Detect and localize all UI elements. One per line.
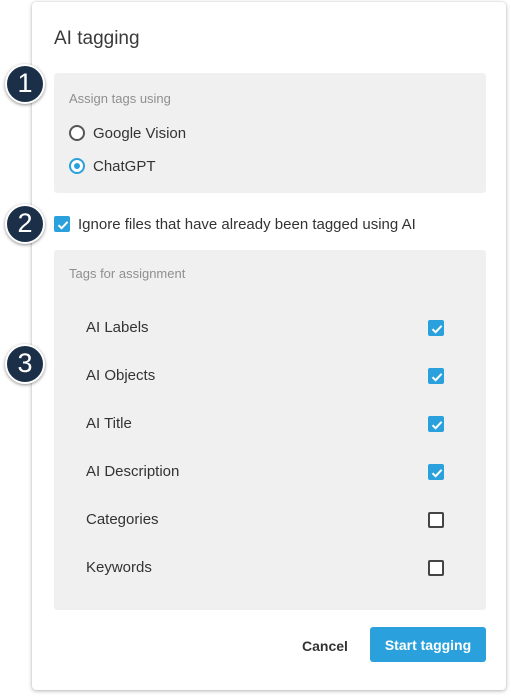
tag-label: Categories [86,511,159,528]
cancel-button[interactable]: Cancel [294,629,356,663]
tag-checkbox[interactable] [428,464,444,480]
start-tagging-button[interactable]: Start tagging [370,627,486,662]
tag-label: AI Description [86,463,180,480]
tag-label: Keywords [86,559,152,576]
check-icon [431,421,443,430]
ignore-tagged-label: Ignore files that have already been tagg… [78,215,416,233]
tag-row-ai-objects[interactable]: AI Objects [54,364,486,388]
check-icon [431,373,443,382]
tags-for-assignment-panel: Tags for assignment AI Labels AI Objects… [54,250,486,610]
ignore-tagged-checkbox[interactable] [54,216,70,232]
assign-tags-panel: Assign tags using Google Vision ChatGPT [54,73,486,193]
tag-label: AI Objects [86,367,156,384]
tag-label: AI Labels [86,319,149,336]
ai-tagging-dialog: AI tagging Assign tags using Google Visi… [32,2,506,690]
annotation-badge-2: 2 [5,204,45,244]
tag-row-ai-title[interactable]: AI Title [54,412,486,436]
check-icon [431,325,443,334]
tag-checkbox[interactable] [428,512,444,528]
tag-row-ai-labels[interactable]: AI Labels [54,316,486,340]
radio-label: ChatGPT [93,157,156,175]
radio-circle[interactable] [69,125,85,141]
tags-caption: Tags for assignment [69,266,186,281]
tag-checkbox[interactable] [428,320,444,336]
dialog-title: AI tagging [54,28,140,49]
radio-google-vision[interactable]: Google Vision [69,121,186,145]
ignore-tagged-files-option[interactable]: Ignore files that have already been tagg… [54,213,416,235]
check-icon [431,469,443,478]
annotation-badge-1: 1 [5,64,45,104]
radio-chatgpt[interactable]: ChatGPT [69,154,156,178]
tag-checkbox[interactable] [428,560,444,576]
tag-label: AI Title [86,415,132,432]
tag-row-keywords[interactable]: Keywords [54,556,486,580]
tag-row-categories[interactable]: Categories [54,508,486,532]
annotation-badge-3: 3 [5,344,45,384]
assign-tags-caption: Assign tags using [69,91,171,106]
tag-checkbox[interactable] [428,368,444,384]
tag-row-ai-description[interactable]: AI Description [54,460,486,484]
tag-checkbox[interactable] [428,416,444,432]
check-icon [57,221,69,230]
radio-label: Google Vision [93,124,187,142]
radio-circle-selected[interactable] [69,158,85,174]
